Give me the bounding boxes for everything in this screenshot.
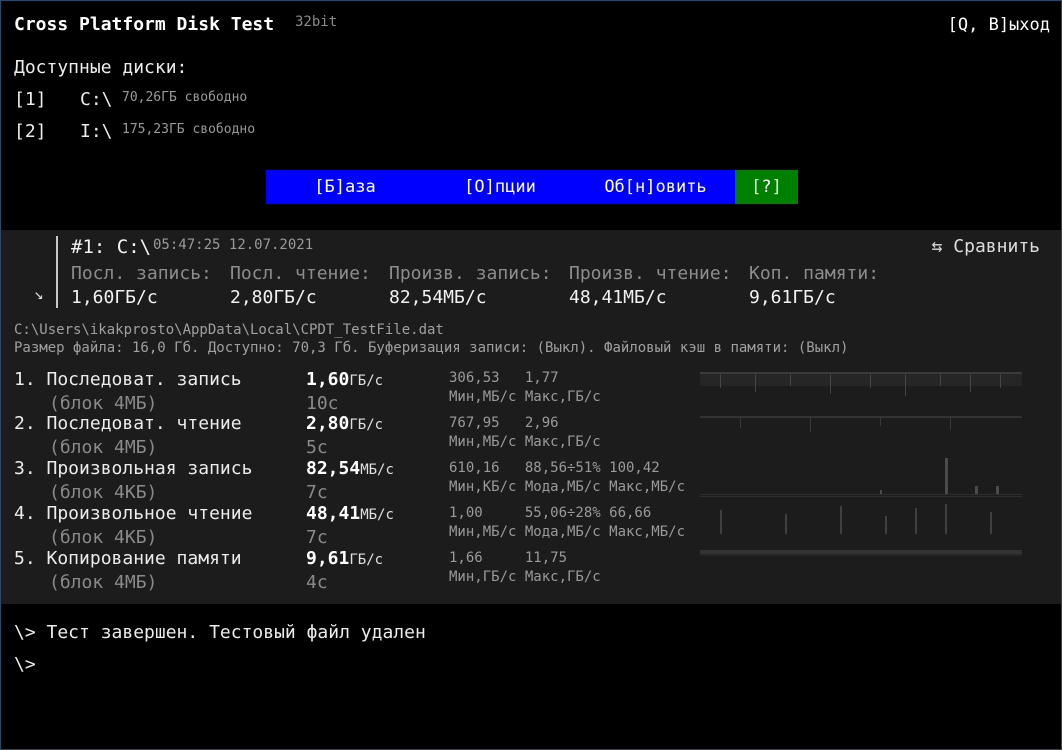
test-result-value: 1,60ГБ/с bbox=[306, 369, 383, 390]
test-name: 4. Произвольное чтение bbox=[14, 503, 253, 524]
test-result-value: 9,61ГБ/с bbox=[306, 548, 383, 569]
test-value-unit: МБ/с bbox=[360, 462, 394, 478]
summary-value-seq-write: 1,60ГБ/с bbox=[71, 287, 158, 308]
summary-header-seq-read: Посл. чтение: bbox=[230, 263, 371, 284]
test-value-number: 1,60 bbox=[306, 369, 350, 390]
summary-value-rand-write: 82,54МБ/с bbox=[389, 287, 487, 308]
menu-help-button[interactable]: [?] bbox=[735, 170, 798, 204]
compare-button[interactable]: ⇆ Сравнить bbox=[932, 236, 1040, 257]
result-divider bbox=[56, 236, 58, 308]
disk-item-c[interactable]: [1] C:\ 70,26ГБ свободно bbox=[14, 89, 294, 113]
test-name: 1. Последоват. запись bbox=[14, 369, 242, 390]
summary-header-rand-write: Произв. запись: bbox=[389, 263, 552, 284]
test-value-number: 48,41 bbox=[306, 503, 361, 524]
result-title: #1: C:\ bbox=[71, 236, 152, 258]
test-block-size: (блок 4МБ) bbox=[49, 393, 158, 414]
disk-item-i[interactable]: [2] I:\ 175,23ГБ свободно bbox=[14, 121, 294, 145]
summary-value-rand-read: 48,41МБ/с bbox=[569, 287, 667, 308]
collapse-arrow-icon[interactable]: ↘ bbox=[34, 284, 44, 303]
test-result-value: 48,41МБ/с bbox=[306, 503, 394, 524]
disk-free-space: 70,26ГБ свободно bbox=[122, 90, 248, 105]
test-name: 3. Произвольная запись bbox=[14, 458, 253, 479]
disk-letter: I:\ bbox=[80, 121, 113, 142]
test-speed-graph bbox=[700, 550, 1022, 556]
test-stats-values: 610,16 88,56÷51% 100,42 bbox=[449, 460, 660, 476]
test-speed-graph bbox=[700, 458, 1022, 495]
test-value-number: 2,80 bbox=[306, 413, 350, 434]
test-block-size: (блок 4МБ) bbox=[49, 572, 158, 593]
test-stats-labels: Мин,МБ/с Макс,ГБ/с bbox=[449, 389, 601, 405]
test-value-unit: ГБ/с bbox=[349, 373, 384, 389]
test-speed-graph bbox=[700, 496, 1022, 534]
menu-bar: [Б]аза [О]пции Об[н]овить [?] bbox=[266, 170, 798, 204]
disk-number: [1] bbox=[14, 89, 47, 110]
summary-header-seq-write: Посл. запись: bbox=[71, 263, 212, 284]
test-value-number: 82,54 bbox=[306, 458, 361, 479]
test-stats-values: 1,66 11,75 bbox=[449, 550, 568, 566]
exit-button[interactable]: [Q, В]ыход bbox=[948, 15, 1050, 35]
test-duration: 5с bbox=[306, 437, 328, 458]
summary-header-mem-copy: Коп. памяти: bbox=[749, 263, 880, 284]
summary-value-mem-copy: 9,61ГБ/с bbox=[749, 287, 836, 308]
console-prompt[interactable]: \> bbox=[14, 654, 36, 675]
test-duration: 4с bbox=[306, 572, 328, 593]
test-stats-labels: Мин,ГБ/с Макс,ГБ/с bbox=[449, 569, 601, 585]
test-duration: 7с bbox=[306, 482, 328, 503]
menu-options-button[interactable]: [О]пции bbox=[424, 170, 576, 204]
test-value-unit: ГБ/с bbox=[349, 417, 384, 433]
test-speed-graph bbox=[700, 416, 1022, 432]
disk-letter: C:\ bbox=[80, 89, 113, 110]
test-value-number: 9,61 bbox=[306, 548, 350, 569]
test-value-unit: ГБ/с bbox=[349, 552, 384, 568]
test-duration: 10с bbox=[306, 393, 339, 414]
test-duration: 7с bbox=[306, 527, 328, 548]
test-block-size: (блок 4КБ) bbox=[49, 482, 158, 503]
test-result-value: 2,80ГБ/с bbox=[306, 413, 383, 434]
disk-number: [2] bbox=[14, 121, 47, 142]
test-block-size: (блок 4МБ) bbox=[49, 437, 158, 458]
available-disks-label: Доступные диски: bbox=[14, 57, 188, 78]
test-speed-graph bbox=[700, 372, 1022, 396]
test-file-info: Размер файла: 16,0 Гб. Доступно: 70,3 Гб… bbox=[14, 340, 849, 356]
test-stats-labels: Мин,МБ/с Мода,МБ/с Макс,МБ/с bbox=[449, 524, 686, 540]
test-result-value: 82,54МБ/с bbox=[306, 458, 394, 479]
disk-free-space: 175,23ГБ свободно bbox=[122, 122, 256, 137]
test-stats-values: 1,00 55,06÷28% 66,66 bbox=[449, 505, 652, 521]
test-block-size: (блок 4КБ) bbox=[49, 527, 158, 548]
app-title: Cross Platform Disk Test bbox=[14, 14, 275, 35]
test-stats-values: 767,95 2,96 bbox=[449, 415, 559, 431]
test-name: 5. Копирование памяти bbox=[14, 548, 242, 569]
summary-header-rand-read: Произв. чтение: bbox=[569, 263, 732, 284]
menu-database-button[interactable]: [Б]аза bbox=[266, 170, 424, 204]
test-file-path: C:\Users\ikakprosto\AppData\Local\CPDT_T… bbox=[14, 322, 444, 338]
result-timestamp: 05:47:25 12.07.2021 bbox=[153, 237, 314, 253]
console-output-line: \> Тест завершен. Тестовый файл удален bbox=[14, 622, 426, 643]
test-stats-labels: Мин,МБ/с Макс,ГБ/с bbox=[449, 434, 601, 450]
bitness-label: 32bit bbox=[295, 14, 338, 30]
summary-value-seq-read: 2,80ГБ/с bbox=[230, 287, 317, 308]
menu-refresh-button[interactable]: Об[н]овить bbox=[576, 170, 735, 204]
test-value-unit: МБ/с bbox=[360, 507, 394, 523]
test-stats-labels: Мин,КБ/с Мода,МБ/с Макс,МБ/с bbox=[449, 479, 686, 495]
test-stats-values: 306,53 1,77 bbox=[449, 370, 559, 386]
test-name: 2. Последоват. чтение bbox=[14, 413, 242, 434]
